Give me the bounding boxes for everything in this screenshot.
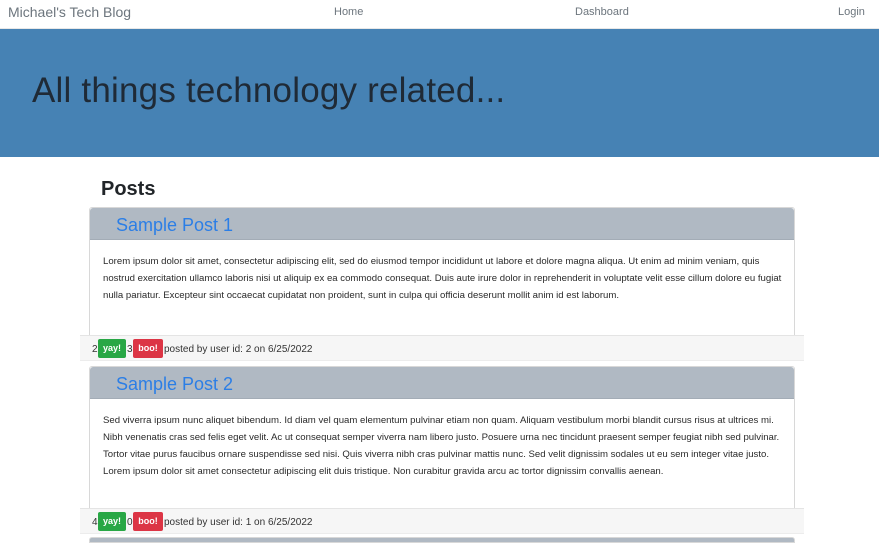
yay-count: 2	[92, 344, 98, 355]
posted-by-text: posted by user id: 2 on 6/25/2022	[164, 344, 313, 355]
yay-button[interactable]: yay!	[98, 512, 126, 531]
yay-button[interactable]: yay!	[98, 339, 126, 358]
nav-link-login[interactable]: Login	[838, 6, 865, 18]
navbar: Michael's Tech Blog Home Dashboard Login	[0, 0, 879, 29]
nav-link-home[interactable]: Home	[334, 6, 363, 18]
yay-count: 4	[92, 517, 98, 528]
boo-count: 3	[127, 344, 133, 355]
nav-link-dashboard[interactable]: Dashboard	[575, 6, 629, 18]
posts-heading: Posts	[101, 178, 156, 200]
boo-button[interactable]: boo!	[133, 339, 163, 358]
next-post-card-edge	[89, 537, 795, 543]
hero-banner: All things technology related...	[0, 29, 879, 157]
post-title-link[interactable]: Sample Post 1	[116, 215, 233, 236]
post-title-link[interactable]: Sample Post 2	[116, 374, 233, 395]
post-body: Sed viverra ipsum nunc aliquet bibendum.…	[103, 415, 780, 477]
post-header: Sample Post 2	[90, 367, 794, 399]
post-body: Lorem ipsum dolor sit amet, consectetur …	[103, 256, 782, 301]
brand-link[interactable]: Michael's Tech Blog	[8, 4, 131, 20]
posted-by-text: posted by user id: 1 on 6/25/2022	[164, 517, 313, 528]
post-footer: 2 yay! 3 boo! posted by user id: 2 on 6/…	[80, 335, 804, 361]
boo-button[interactable]: boo!	[133, 512, 163, 531]
post-header: Sample Post 1	[90, 208, 794, 240]
post-footer: 4 yay! 0 boo! posted by user id: 1 on 6/…	[80, 508, 804, 534]
boo-count: 0	[127, 517, 133, 528]
hero-title: All things technology related...	[32, 71, 506, 110]
